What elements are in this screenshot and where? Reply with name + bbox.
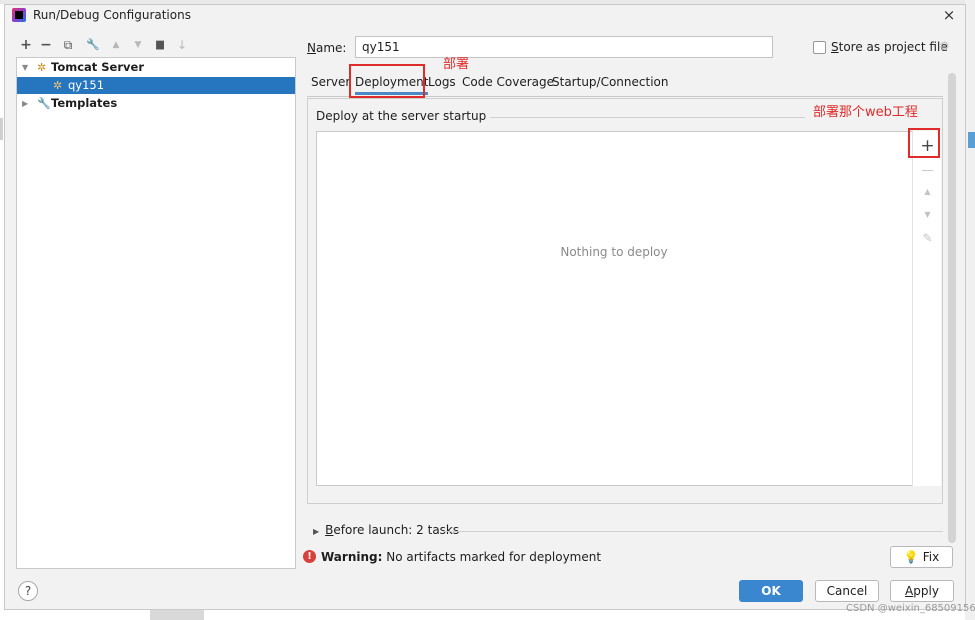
gear-icon[interactable]: ⚙ — [939, 39, 950, 53]
annotation-box-add-button — [908, 128, 940, 158]
wrench-icon: 🔧 — [37, 97, 51, 110]
deployment-list[interactable] — [316, 131, 941, 486]
background-left-strip — [0, 118, 3, 140]
before-launch-toggle[interactable]: ▶ Before launch: 2 tasks — [313, 523, 459, 537]
watermark: CSDN @weixin_68509156 — [846, 603, 975, 614]
move-down-icon[interactable]: ▼ — [131, 37, 145, 53]
configuration-tree[interactable]: ▼ ✲ Tomcat Server ✲ qy151 ▶ 🔧 Templates — [16, 57, 296, 569]
tree-item-label: qy151 — [68, 78, 105, 92]
edit-artifact-icon[interactable]: ✎ — [913, 231, 942, 245]
tab-logs[interactable]: Logs — [428, 71, 456, 95]
lightbulb-icon: 💡 — [903, 550, 919, 564]
background-accent — [968, 132, 975, 148]
store-as-project-file-label[interactable]: Store as project file — [831, 40, 948, 54]
remove-artifact-icon[interactable]: — — [913, 163, 942, 177]
add-icon[interactable]: + — [19, 37, 33, 53]
copy-icon[interactable]: ⧉ — [61, 37, 75, 53]
move-down-icon[interactable]: ▼ — [913, 210, 942, 219]
tomcat-icon: ✲ — [37, 61, 47, 74]
tab-startup-connection[interactable]: Startup/Connection — [552, 71, 668, 95]
name-label: Name: — [307, 41, 347, 55]
fix-button[interactable]: 💡 Fix — [890, 546, 953, 568]
apply-button[interactable]: Apply — [890, 580, 954, 602]
window-title: Run/Debug Configurations — [33, 8, 191, 22]
ok-button[interactable]: OK — [739, 580, 803, 602]
expanded-arrow-icon[interactable]: ▼ — [22, 59, 28, 76]
collapsed-arrow-icon[interactable]: ▶ — [22, 95, 28, 112]
deploy-group-label: Deploy at the server startup — [316, 109, 491, 123]
wrench-icon[interactable]: 🔧 — [85, 37, 101, 53]
remove-icon[interactable]: − — [39, 37, 53, 53]
deployment-list-toolbar: + — ▲ ▼ ✎ — [912, 131, 941, 486]
tree-item-label: Tomcat Server — [51, 60, 144, 74]
tree-item-templates[interactable]: ▶ 🔧 Templates — [17, 95, 295, 112]
tree-item-qy151[interactable]: ✲ qy151 — [17, 77, 295, 94]
tab-code-coverage[interactable]: Code Coverage — [462, 71, 554, 95]
help-button[interactable]: ? — [18, 581, 38, 601]
sort-icon[interactable]: ↓ — [175, 37, 189, 53]
annotation-deploy-note: 部署 — [443, 57, 470, 72]
group-separator — [465, 117, 805, 118]
background-right-strip — [965, 0, 975, 620]
background-bottom-strip — [150, 610, 204, 620]
move-up-icon[interactable]: ▲ — [913, 187, 942, 196]
scrollbar-thumb[interactable] — [948, 73, 956, 543]
annotation-box-deployment-tab — [349, 64, 425, 98]
close-button[interactable]: × — [939, 6, 959, 24]
run-debug-dialog: Run/Debug Configurations × + − ⧉ 🔧 ▲ ▼ ▆… — [4, 4, 975, 614]
warning-message: Warning: No artifacts marked for deploym… — [321, 550, 602, 564]
folder-icon[interactable]: ▆ — [153, 37, 167, 53]
before-launch-separator — [443, 531, 943, 532]
empty-list-text: Nothing to deploy — [560, 245, 668, 259]
name-field[interactable] — [355, 36, 773, 58]
tab-server[interactable]: Server — [311, 71, 350, 95]
tree-item-tomcat-server[interactable]: ▼ ✲ Tomcat Server — [17, 59, 295, 76]
store-as-project-file-checkbox[interactable] — [813, 41, 826, 54]
collapsed-arrow-icon: ▶ — [313, 527, 320, 536]
cancel-button[interactable]: Cancel — [815, 580, 879, 602]
intellij-logo-icon — [12, 8, 26, 22]
tree-item-label: Templates — [51, 96, 118, 110]
move-up-icon[interactable]: ▲ — [109, 37, 123, 53]
tomcat-config-icon: ✲ — [53, 79, 63, 92]
title-bar: Run/Debug Configurations × — [5, 5, 965, 27]
error-icon: ! — [303, 550, 316, 563]
